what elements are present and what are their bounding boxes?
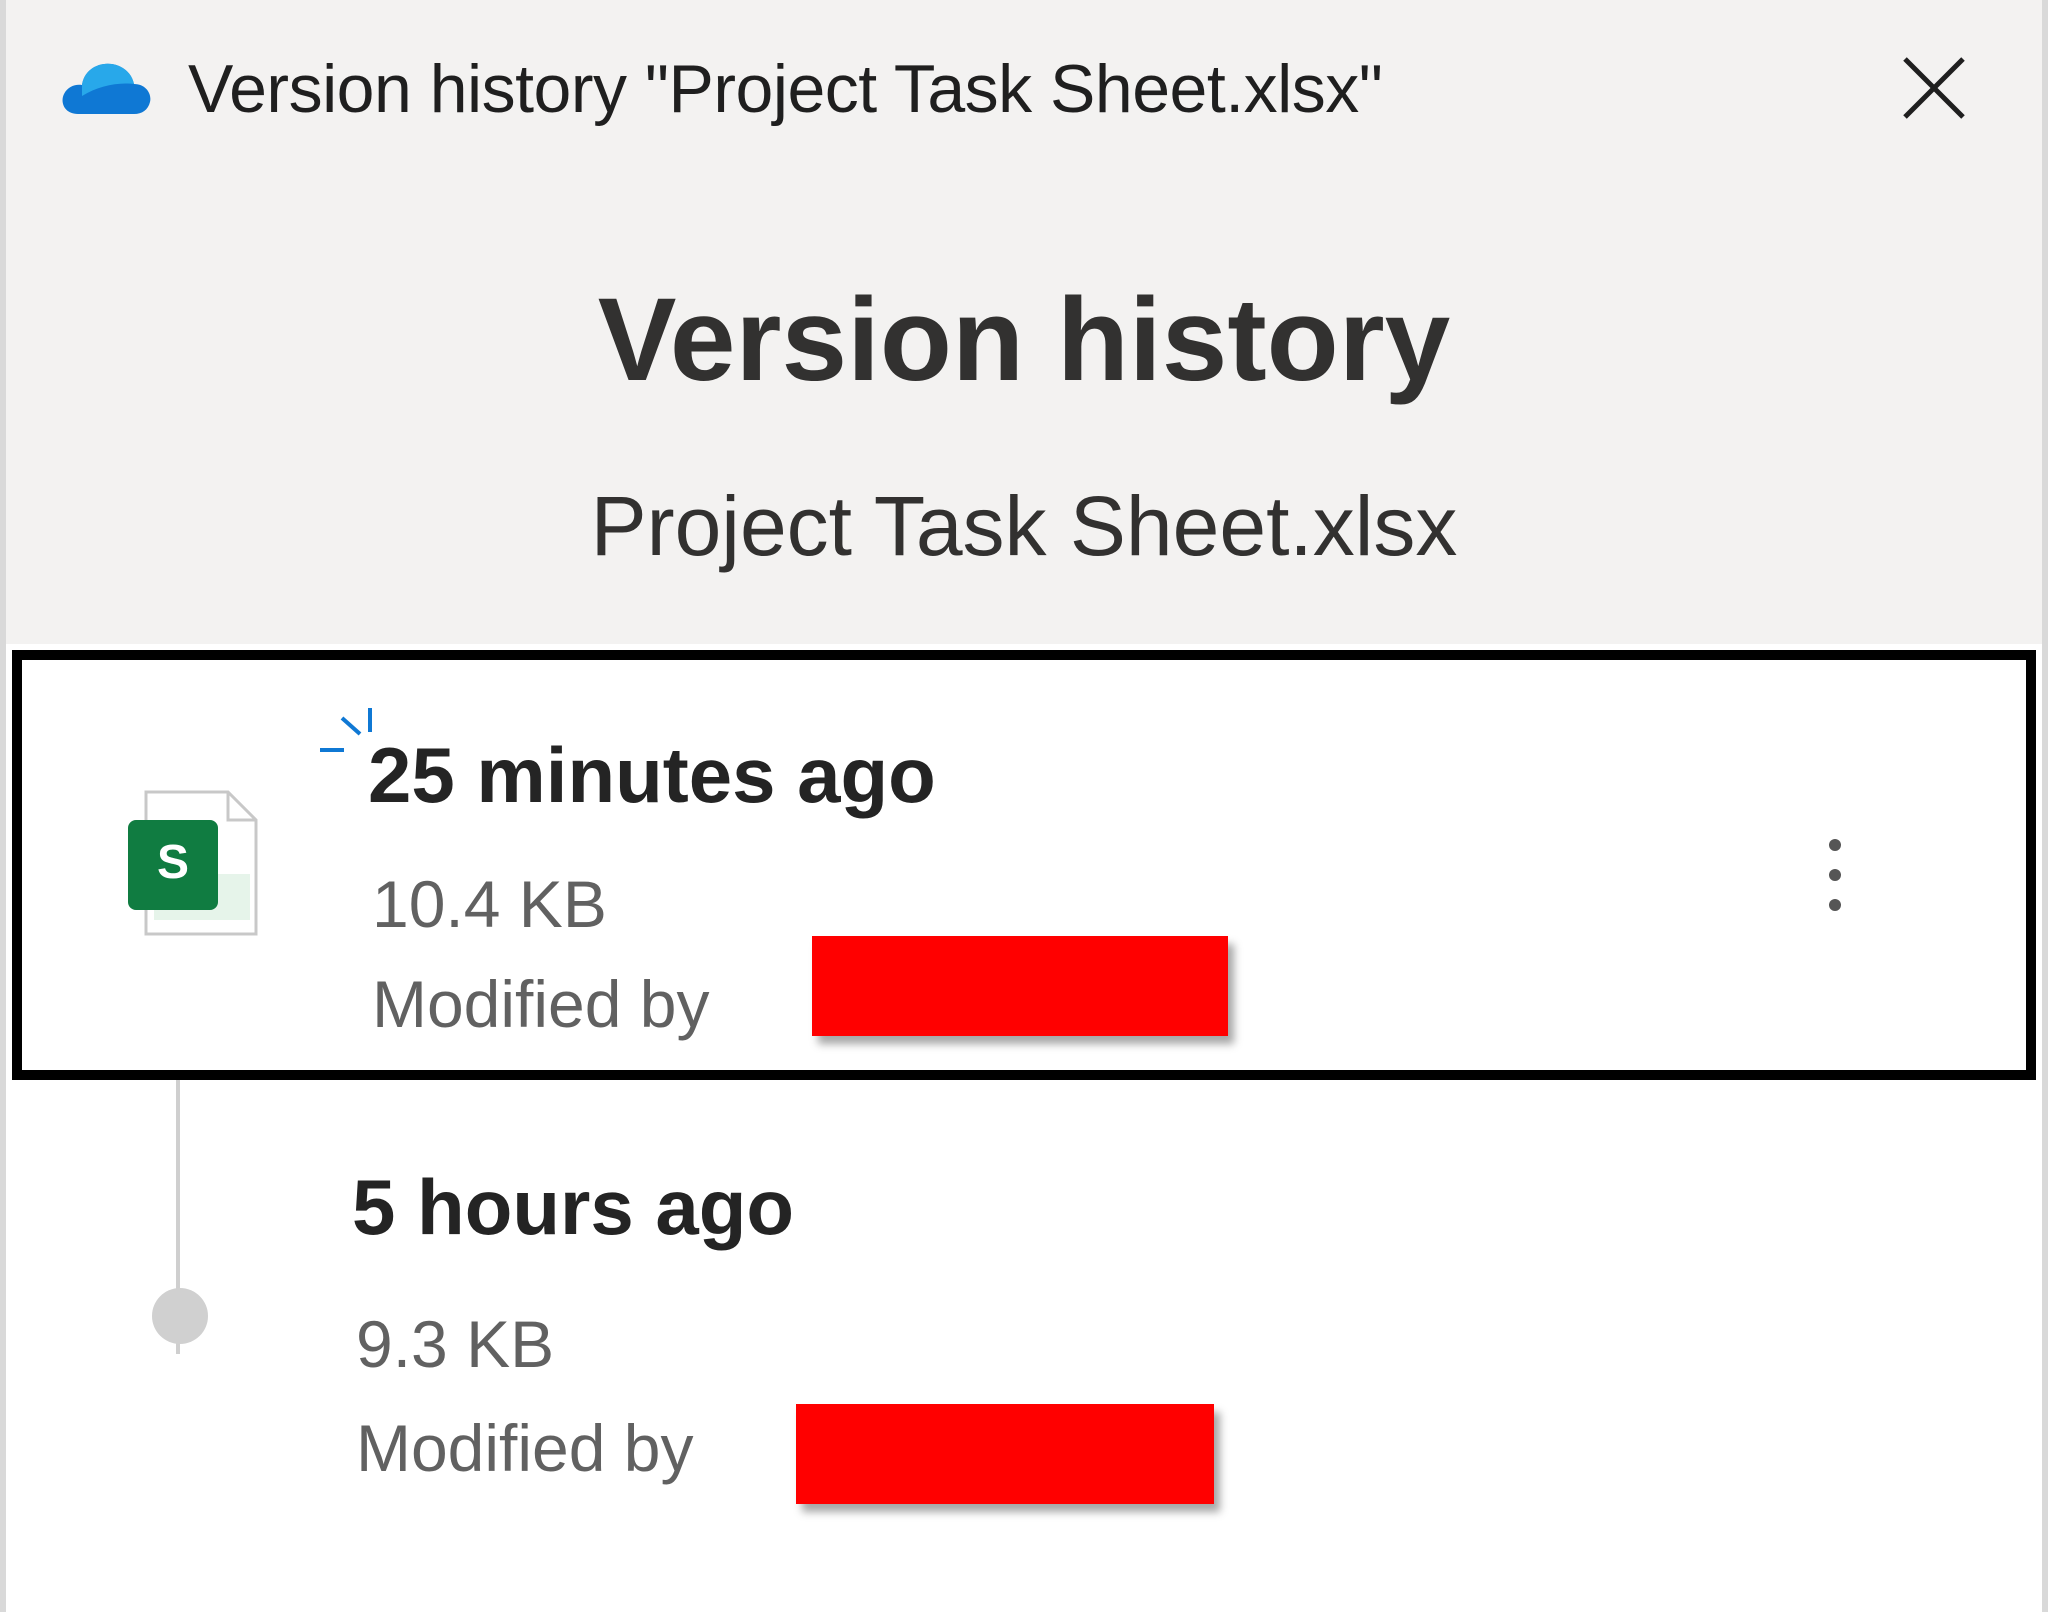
onedrive-cloud-icon xyxy=(62,63,151,114)
close-icon xyxy=(1903,57,1965,119)
spreadsheet-file-icon: S xyxy=(128,790,258,936)
version-time[interactable]: 5 hours ago xyxy=(352,1162,794,1253)
window-title: Version history "Project Task Sheet.xlsx… xyxy=(188,51,1383,127)
modified-by-label: Modified by xyxy=(372,967,710,1041)
version-time: 25 minutes ago xyxy=(368,731,936,819)
redaction-box xyxy=(796,1404,1214,1504)
version-history-window: Version history "Project Task Sheet.xlsx… xyxy=(0,0,2048,1612)
version-item-current[interactable]: S 25 minutes ago 10.4 KB Modified by xyxy=(12,650,2036,1080)
close-button[interactable] xyxy=(1886,40,1982,136)
more-options-button[interactable] xyxy=(1790,810,1880,940)
page-title: Version history xyxy=(597,274,1451,406)
timeline-dot xyxy=(152,1288,208,1344)
version-modified-by: Modified by xyxy=(372,966,710,1042)
file-name: Project Task Sheet.xlsx xyxy=(590,479,1458,573)
window-border-right xyxy=(2042,0,2048,1612)
version-modified-by: Modified by xyxy=(356,1410,694,1486)
header-panel: Version history Project Task Sheet.xlsx xyxy=(6,180,2042,644)
redaction-box xyxy=(812,936,1228,1036)
modified-by-label: Modified by xyxy=(356,1411,694,1485)
more-options-icon xyxy=(1829,839,1841,851)
version-size: 10.4 KB xyxy=(372,867,607,941)
version-size: 9.3 KB xyxy=(356,1307,555,1381)
title-bar: Version history "Project Task Sheet.xlsx… xyxy=(6,0,2042,180)
file-icon-letter: S xyxy=(157,836,189,889)
